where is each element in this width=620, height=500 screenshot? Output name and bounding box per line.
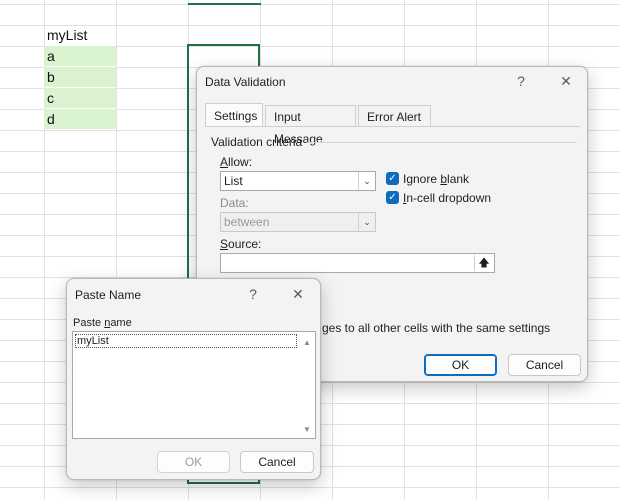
cell-item-a[interactable]: a (44, 46, 116, 66)
ok-button[interactable]: OK (424, 354, 497, 376)
ok-button[interactable]: OK (157, 451, 230, 473)
close-icon[interactable]: ✕ (554, 71, 578, 91)
allow-label: Allow: (220, 155, 253, 169)
chevron-down-icon: ⌄ (358, 213, 375, 231)
data-value: between (224, 215, 270, 229)
source-label: Source: (220, 237, 262, 251)
ignore-blank-checkbox[interactable]: ✓ (386, 172, 399, 185)
tab-settings[interactable]: Settings (205, 103, 263, 127)
section-label: Validation criteria (211, 135, 303, 149)
cancel-button[interactable]: Cancel (508, 354, 581, 376)
help-icon[interactable]: ? (241, 284, 265, 304)
in-cell-dropdown-label[interactable]: In-cell dropdown (403, 191, 491, 205)
paste-name-label: Paste name (73, 317, 132, 329)
apply-to-all-label[interactable]: ges to all other cells with the same set… (322, 321, 550, 335)
section-divider (307, 142, 577, 143)
source-input[interactable]: 🡅 (220, 253, 495, 273)
in-cell-dropdown-checkbox[interactable]: ✓ (386, 191, 399, 204)
cancel-button[interactable]: Cancel (240, 451, 314, 473)
collapse-dialog-icon[interactable]: 🡅 (474, 255, 493, 271)
allow-select[interactable]: List ⌄ (220, 171, 376, 191)
chevron-down-icon: ⌄ (358, 172, 375, 190)
names-listbox[interactable]: myList ▲ ▼ (72, 331, 316, 439)
paste-name-title: Paste Name (75, 288, 142, 302)
close-icon[interactable]: ✕ (286, 284, 310, 304)
cell-item-d[interactable]: d (44, 109, 116, 129)
data-label: Data: (220, 196, 249, 210)
tab-error-alert[interactable]: Error Alert (358, 105, 431, 127)
cell-item-c[interactable]: c (44, 88, 116, 108)
allow-value: List (224, 174, 243, 188)
ignore-blank-label[interactable]: Ignore blank (403, 172, 469, 186)
cell-header[interactable]: myList (44, 25, 116, 45)
cell-item-b[interactable]: b (44, 67, 116, 87)
list-item[interactable]: myList (75, 334, 297, 348)
data-select: between ⌄ (220, 212, 376, 232)
tab-input-message[interactable]: Input Message (265, 105, 356, 146)
paste-name-dialog: Paste Name ? ✕ Paste name myList ▲ ▼ OK … (66, 278, 321, 480)
dialog-title: Data Validation (205, 75, 286, 89)
column-selection-marker (188, 0, 261, 5)
help-icon[interactable]: ? (509, 71, 533, 91)
scroll-up-icon[interactable]: ▲ (301, 338, 313, 347)
scroll-down-icon[interactable]: ▼ (301, 425, 313, 434)
